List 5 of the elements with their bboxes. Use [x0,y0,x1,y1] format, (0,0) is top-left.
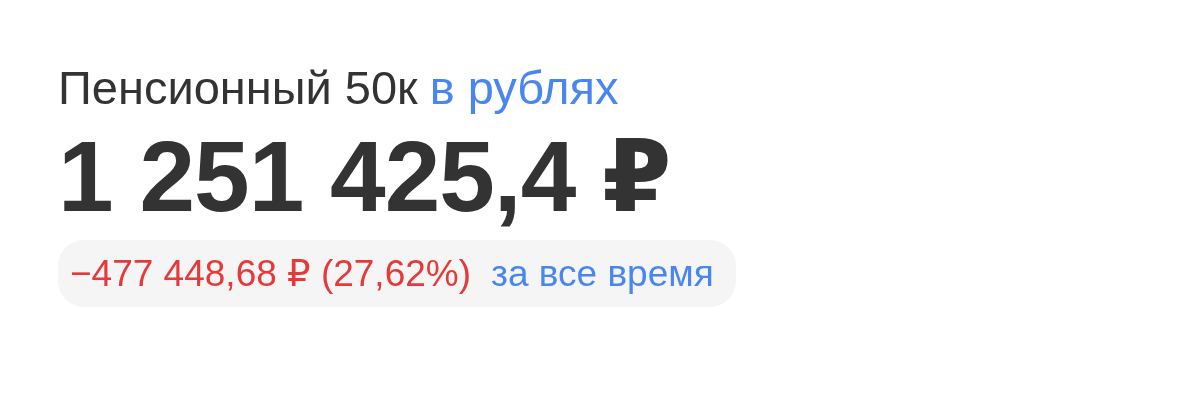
balance-amount: 1 251 425,4 ₽ [58,119,671,234]
change-value: −477 448,68 ₽ (27,62%) [70,252,472,295]
period-link[interactable]: за все время [491,253,714,295]
currency-link[interactable]: в рублях [429,60,619,115]
portfolio-title: Пенсионный 50к [58,60,418,115]
